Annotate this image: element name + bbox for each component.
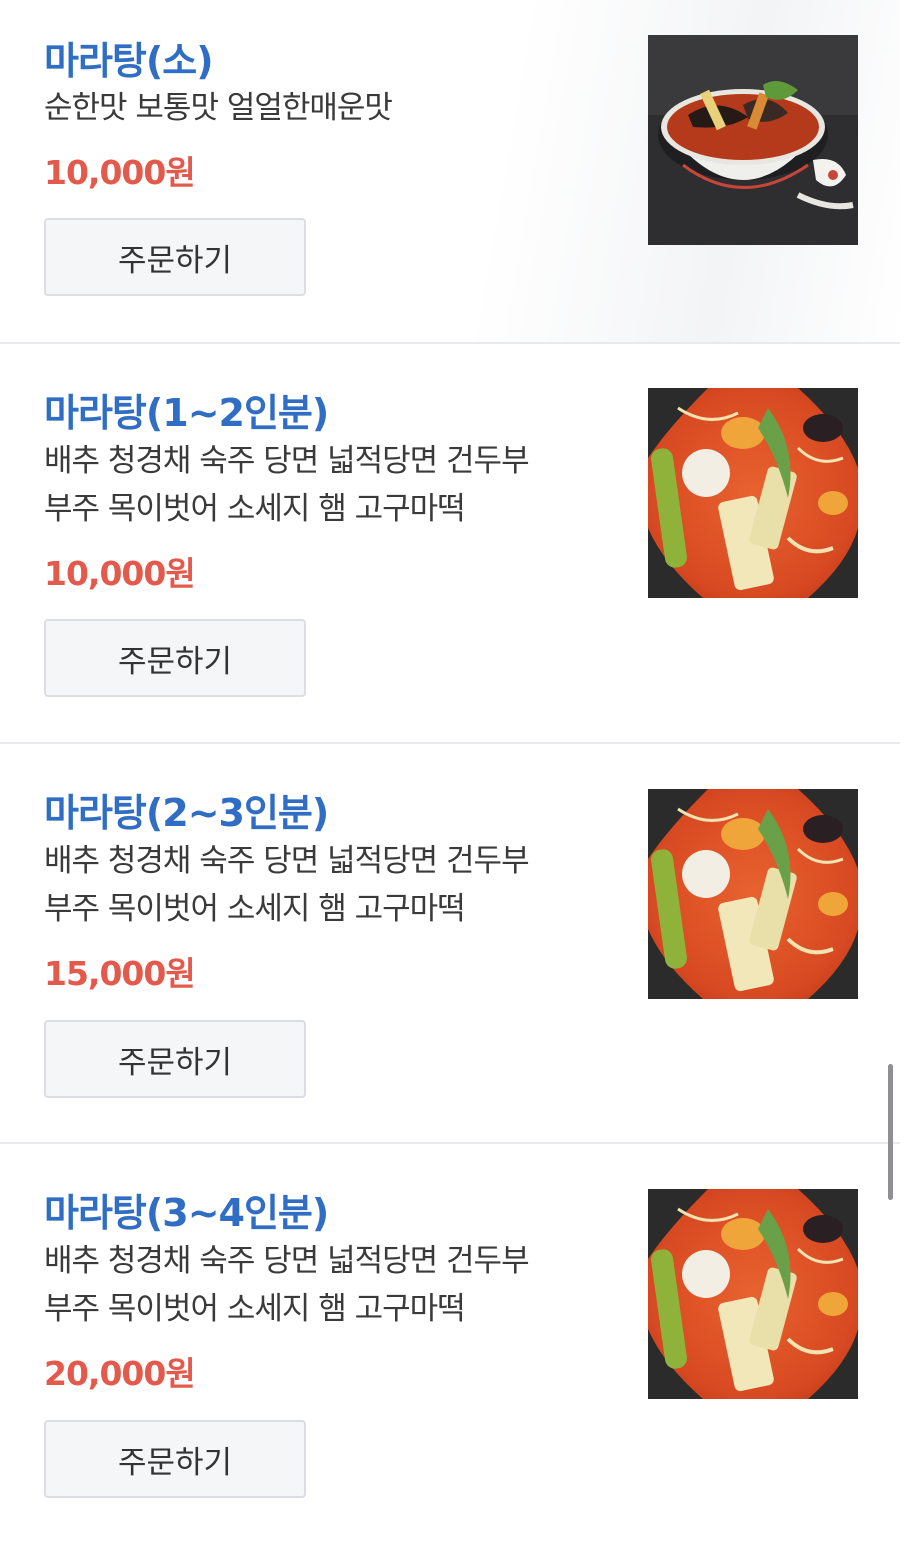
menu-list: 마라탕(소) 순한맛 보통맛 얼얼한매운맛 10,000원 주문하기 마라탕(1… bbox=[0, 0, 900, 1498]
item-description: 배추 청경채 숙주 당면 넓적당면 건두부 부주 목이벗어 소세지 햄 고구마떡 bbox=[44, 437, 604, 533]
item-price: 10,000원 bbox=[44, 554, 196, 593]
item-description-line: 부주 목이벗어 소세지 햄 고구마떡 bbox=[44, 1291, 466, 1327]
item-price: 20,000원 bbox=[44, 1354, 196, 1393]
menu-item: 마라탕(1~2인분) 배추 청경채 숙주 당면 넓적당면 건두부 부주 목이벗어… bbox=[0, 344, 900, 744]
menu-item-image[interactable] bbox=[648, 388, 858, 598]
item-description-line: 부주 목이벗어 소세지 햄 고구마떡 bbox=[44, 491, 466, 527]
soup-photo-icon bbox=[648, 789, 858, 999]
menu-item: 마라탕(2~3인분) 배추 청경채 숙주 당면 넓적당면 건두부 부주 목이벗어… bbox=[0, 744, 900, 1144]
item-description-line: 순한맛 보통맛 얼얼한매운맛 bbox=[44, 90, 393, 126]
menu-item-image[interactable] bbox=[648, 35, 858, 245]
item-description: 배추 청경채 숙주 당면 넓적당면 건두부 부주 목이벗어 소세지 햄 고구마떡 bbox=[44, 837, 604, 933]
menu-item: 마라탕(3~4인분) 배추 청경채 숙주 당면 넓적당면 건두부 부주 목이벗어… bbox=[0, 1144, 900, 1544]
bowl-photo-icon bbox=[648, 35, 858, 245]
item-description-line: 부주 목이벗어 소세지 햄 고구마떡 bbox=[44, 891, 466, 927]
item-price: 10,000원 bbox=[44, 153, 196, 192]
item-description-line: 배추 청경채 숙주 당면 넓적당면 건두부 bbox=[44, 443, 530, 479]
order-button[interactable]: 주문하기 bbox=[44, 218, 306, 296]
item-description-line: 배추 청경채 숙주 당면 넓적당면 건두부 bbox=[44, 1243, 530, 1279]
item-name: 마라탕(2~3인분) bbox=[44, 791, 329, 835]
item-description: 배추 청경채 숙주 당면 넓적당면 건두부 부주 목이벗어 소세지 햄 고구마떡 bbox=[44, 1237, 604, 1333]
soup-photo-icon bbox=[648, 388, 858, 598]
menu-item: 마라탕(소) 순한맛 보통맛 얼얼한매운맛 10,000원 주문하기 bbox=[0, 0, 900, 344]
order-button[interactable]: 주문하기 bbox=[44, 619, 306, 697]
item-description-line: 배추 청경채 숙주 당면 넓적당면 건두부 bbox=[44, 843, 530, 879]
soup-photo-icon bbox=[648, 1189, 858, 1399]
item-price: 15,000원 bbox=[44, 954, 196, 993]
item-description: 순한맛 보통맛 얼얼한매운맛 bbox=[44, 84, 604, 132]
order-button[interactable]: 주문하기 bbox=[44, 1420, 306, 1498]
item-name: 마라탕(3~4인분) bbox=[44, 1191, 329, 1235]
scrollbar[interactable] bbox=[888, 1064, 893, 1200]
item-name: 마라탕(소) bbox=[44, 39, 214, 83]
order-button[interactable]: 주문하기 bbox=[44, 1020, 306, 1098]
item-name: 마라탕(1~2인분) bbox=[44, 391, 329, 435]
menu-item-image[interactable] bbox=[648, 1189, 858, 1399]
menu-item-image[interactable] bbox=[648, 789, 858, 999]
